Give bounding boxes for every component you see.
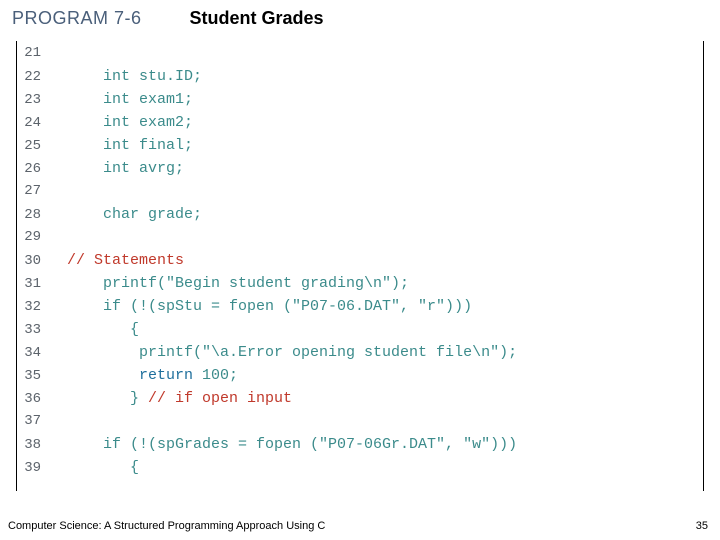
- code-content: int exam2;: [49, 114, 193, 131]
- line-number: 29: [17, 229, 49, 245]
- line-number: 33: [17, 322, 49, 338]
- line-number: 26: [17, 161, 49, 177]
- code-line: 33 {: [17, 321, 703, 344]
- line-number: 38: [17, 437, 49, 453]
- code-line: 36 } // if open input: [17, 390, 703, 413]
- code-line: 31 printf("Begin student grading\n");: [17, 275, 703, 298]
- code-content: return 100;: [49, 367, 238, 384]
- line-number: 36: [17, 391, 49, 407]
- program-label: PROGRAM 7-6: [12, 8, 142, 29]
- code-line: 30// Statements: [17, 252, 703, 275]
- code-line: 26 int avrg;: [17, 160, 703, 183]
- line-number: 34: [17, 345, 49, 361]
- code-content: int avrg;: [49, 160, 184, 177]
- code-line: 22 int stu.ID;: [17, 68, 703, 91]
- code-content: char grade;: [49, 206, 202, 223]
- line-number: 32: [17, 299, 49, 315]
- line-number: 22: [17, 69, 49, 85]
- code-line: 29: [17, 229, 703, 252]
- code-line: 37: [17, 413, 703, 436]
- code-content: {: [49, 459, 139, 476]
- code-line: 39 {: [17, 459, 703, 482]
- line-number: 27: [17, 183, 49, 199]
- code-line: 32 if (!(spStu = fopen ("P07-06.DAT", "r…: [17, 298, 703, 321]
- slide-footer: Computer Science: A Structured Programmi…: [8, 520, 708, 532]
- footer-page-number: 35: [696, 520, 708, 532]
- code-content: } // if open input: [49, 390, 292, 407]
- code-content: if (!(spGrades = fopen ("P07-06Gr.DAT", …: [49, 436, 517, 453]
- code-line: 27: [17, 183, 703, 206]
- code-frame: 2122 int stu.ID;23 int exam1;24 int exam…: [16, 41, 704, 491]
- code-content: {: [49, 321, 139, 338]
- line-number: 39: [17, 460, 49, 476]
- line-number: 37: [17, 413, 49, 429]
- line-number: 25: [17, 138, 49, 154]
- line-number: 35: [17, 368, 49, 384]
- code-line: 38 if (!(spGrades = fopen ("P07-06Gr.DAT…: [17, 436, 703, 459]
- code-content: printf("Begin student grading\n");: [49, 275, 409, 292]
- code-line: 28 char grade;: [17, 206, 703, 229]
- code-line: 34 printf("\a.Error opening student file…: [17, 344, 703, 367]
- line-number: 21: [17, 45, 49, 61]
- code-content: int exam1;: [49, 91, 193, 108]
- line-number: 30: [17, 253, 49, 269]
- code-line: 23 int exam1;: [17, 91, 703, 114]
- code-line: 35 return 100;: [17, 367, 703, 390]
- line-number: 24: [17, 115, 49, 131]
- code-content: if (!(spStu = fopen ("P07-06.DAT", "r"))…: [49, 298, 472, 315]
- code-line: 21: [17, 45, 703, 68]
- line-number: 23: [17, 92, 49, 108]
- line-number: 28: [17, 207, 49, 223]
- code-content: int stu.ID;: [49, 68, 202, 85]
- code-content: // Statements: [49, 252, 184, 269]
- code-content: int final;: [49, 137, 193, 154]
- slide-title: Student Grades: [190, 8, 324, 29]
- slide-header: PROGRAM 7-6 Student Grades: [0, 0, 720, 41]
- code-line: 25 int final;: [17, 137, 703, 160]
- footer-book-title: Computer Science: A Structured Programmi…: [8, 520, 325, 532]
- code-content: printf("\a.Error opening student file\n"…: [49, 344, 517, 361]
- code-line: 24 int exam2;: [17, 114, 703, 137]
- line-number: 31: [17, 276, 49, 292]
